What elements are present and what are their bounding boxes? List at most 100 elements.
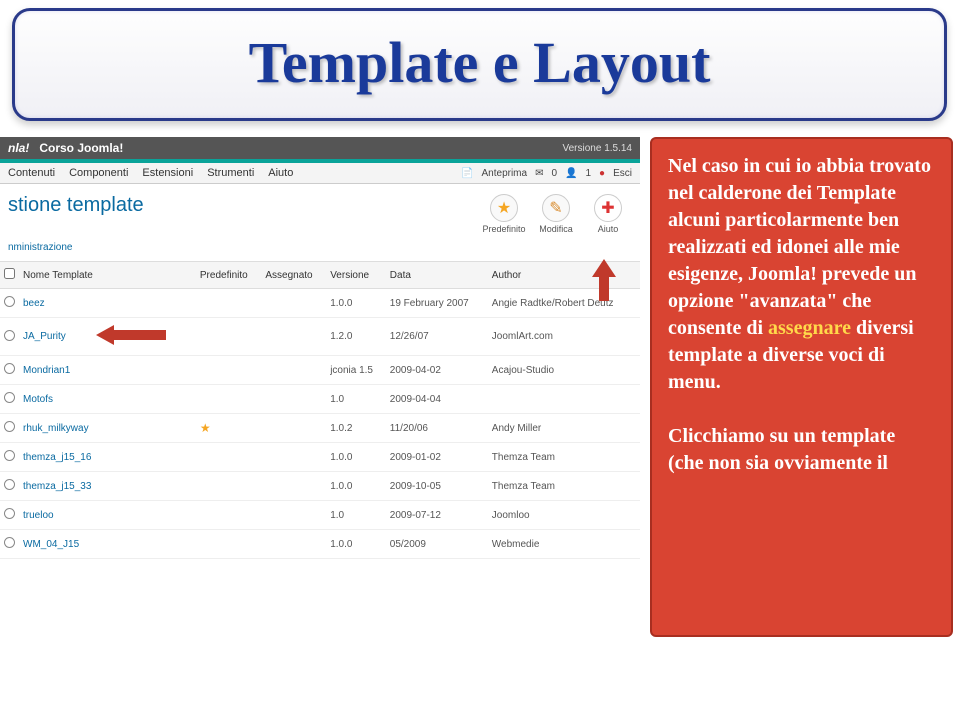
toolbar-aiuto[interactable]: ✚ Aiuto bbox=[584, 194, 632, 234]
menu-strumenti[interactable]: Strumenti bbox=[207, 167, 254, 179]
site-name: Corso Joomla! bbox=[39, 141, 123, 155]
count-1: 1 bbox=[585, 168, 591, 179]
cell-author: Webmedie bbox=[488, 530, 640, 559]
row-radio[interactable] bbox=[4, 392, 15, 403]
cell-predefinito bbox=[196, 472, 261, 501]
toolbar-predefinito[interactable]: ★ Predefinito bbox=[480, 194, 528, 234]
callout-paragraph-2: Clicchiamo su un template (che non sia o… bbox=[668, 423, 935, 477]
count-0: 0 bbox=[551, 168, 557, 179]
menu-componenti[interactable]: Componenti bbox=[69, 167, 128, 179]
cell-assegnato bbox=[261, 289, 326, 318]
template-name-link[interactable]: beez bbox=[19, 289, 196, 318]
star-icon: ★ bbox=[490, 194, 518, 222]
cell-assegnato bbox=[261, 530, 326, 559]
menu-estensioni[interactable]: Estensioni bbox=[142, 167, 193, 179]
table-row: WM_04_J15 1.0.005/2009Webmedie bbox=[0, 530, 640, 559]
cell-versione: 1.0.0 bbox=[326, 443, 386, 472]
template-name-link[interactable]: Motofs bbox=[19, 385, 196, 414]
logout-icon[interactable]: ● bbox=[599, 168, 605, 179]
row-radio[interactable] bbox=[4, 296, 15, 307]
cell-author bbox=[488, 385, 640, 414]
cell-data: 12/26/07 bbox=[386, 318, 488, 356]
table-row: JA_Purity 1.2.012/26/07JoomlArt.com bbox=[0, 318, 640, 356]
col-assegnato[interactable]: Assegnato bbox=[261, 262, 326, 289]
col-data[interactable]: Data bbox=[386, 262, 488, 289]
cell-data: 2009-10-05 bbox=[386, 472, 488, 501]
cell-versione: 1.2.0 bbox=[326, 318, 386, 356]
toolbar-modifica[interactable]: ✎ Modifica bbox=[532, 194, 580, 234]
cell-predefinito bbox=[196, 356, 261, 385]
cell-author: JoomlArt.com bbox=[488, 318, 640, 356]
cell-data: 19 February 2007 bbox=[386, 289, 488, 318]
row-radio[interactable] bbox=[4, 421, 15, 432]
col-nome[interactable]: Nome Template bbox=[19, 262, 196, 289]
cell-predefinito bbox=[196, 501, 261, 530]
highlight-assegnare: assegnare bbox=[768, 317, 851, 339]
select-all-checkbox[interactable] bbox=[4, 268, 15, 279]
callout-box: Nel caso in cui io abbia trovato nel cal… bbox=[650, 137, 953, 637]
cell-predefinito: ★ bbox=[196, 414, 261, 443]
cell-versione: 1.0.0 bbox=[326, 289, 386, 318]
pencil-icon: ✎ bbox=[542, 194, 570, 222]
row-radio[interactable] bbox=[4, 363, 15, 374]
template-name-link[interactable]: themza_j15_33 bbox=[19, 472, 196, 501]
cell-author: Andy Miller bbox=[488, 414, 640, 443]
brand-logo: nla! bbox=[8, 141, 29, 155]
cell-data: 11/20/06 bbox=[386, 414, 488, 443]
cell-data: 2009-07-12 bbox=[386, 501, 488, 530]
page-title: Template e Layout bbox=[35, 29, 924, 96]
toolbar: ★ Predefinito ✎ Modifica ✚ Aiuto bbox=[480, 194, 632, 234]
row-radio[interactable] bbox=[4, 508, 15, 519]
red-arrow-up bbox=[592, 259, 616, 306]
table-row: themza_j15_33 1.0.02009-10-05Themza Team bbox=[0, 472, 640, 501]
template-name-link[interactable]: themza_j15_16 bbox=[19, 443, 196, 472]
template-table: Nome Template Predefinito Assegnato Vers… bbox=[0, 262, 640, 559]
version-label: Versione 1.5.14 bbox=[563, 143, 633, 154]
cell-author: Angie Radtke/Robert Deutz bbox=[488, 289, 640, 318]
menu-aiuto[interactable]: Aiuto bbox=[268, 167, 293, 179]
cell-author: Themza Team bbox=[488, 472, 640, 501]
star-icon: ★ bbox=[200, 421, 211, 435]
cell-versione: 1.0 bbox=[326, 501, 386, 530]
table-row: Mondrian1jconia 1.52009-04-02Acajou-Stud… bbox=[0, 356, 640, 385]
menu-contenuti[interactable]: Contenuti bbox=[8, 167, 55, 179]
row-radio[interactable] bbox=[4, 450, 15, 461]
cell-data: 05/2009 bbox=[386, 530, 488, 559]
cell-data: 2009-01-02 bbox=[386, 443, 488, 472]
preview-link[interactable]: Anteprima bbox=[482, 168, 528, 179]
table-row: rhuk_milkyway★1.0.211/20/06Andy Miller bbox=[0, 414, 640, 443]
breadcrumb[interactable]: nministrazione bbox=[0, 240, 640, 262]
cell-versione: jconia 1.5 bbox=[326, 356, 386, 385]
col-versione[interactable]: Versione bbox=[326, 262, 386, 289]
help-icon: ✚ bbox=[594, 194, 622, 222]
template-name-link[interactable]: trueloo bbox=[19, 501, 196, 530]
col-predefinito[interactable]: Predefinito bbox=[196, 262, 261, 289]
cell-predefinito bbox=[196, 530, 261, 559]
section-title: stione template bbox=[8, 194, 144, 217]
cell-predefinito bbox=[196, 318, 261, 356]
cell-predefinito bbox=[196, 385, 261, 414]
table-row: Motofs1.02009-04-04 bbox=[0, 385, 640, 414]
cell-versione: 1.0.0 bbox=[326, 530, 386, 559]
template-name-link[interactable]: WM_04_J15 bbox=[19, 530, 196, 559]
joomla-admin-panel: nla! Corso Joomla! Versione 1.5.14 Conte… bbox=[0, 137, 640, 559]
cell-data: 2009-04-02 bbox=[386, 356, 488, 385]
table-row: trueloo 1.02009-07-12Joomloo bbox=[0, 501, 640, 530]
logout-link[interactable]: Esci bbox=[613, 168, 632, 179]
col-author[interactable]: Author bbox=[488, 262, 640, 289]
template-name-link[interactable]: JA_Purity bbox=[19, 318, 196, 356]
cell-versione: 1.0.0 bbox=[326, 472, 386, 501]
template-name-link[interactable]: rhuk_milkyway bbox=[19, 414, 196, 443]
admin-menubar: Contenuti Componenti Estensioni Strument… bbox=[0, 163, 640, 184]
callout-paragraph-1: Nel caso in cui io abbia trovato nel cal… bbox=[668, 153, 935, 396]
cell-author: Joomloo bbox=[488, 501, 640, 530]
preview-icon[interactable]: 📄 bbox=[461, 168, 473, 179]
cell-data: 2009-04-04 bbox=[386, 385, 488, 414]
row-radio[interactable] bbox=[4, 537, 15, 548]
row-radio[interactable] bbox=[4, 330, 15, 341]
cell-assegnato bbox=[261, 385, 326, 414]
row-radio[interactable] bbox=[4, 479, 15, 490]
template-name-link[interactable]: Mondrian1 bbox=[19, 356, 196, 385]
table-row: themza_j15_161.0.02009-01-02Themza Team bbox=[0, 443, 640, 472]
cell-assegnato bbox=[261, 443, 326, 472]
